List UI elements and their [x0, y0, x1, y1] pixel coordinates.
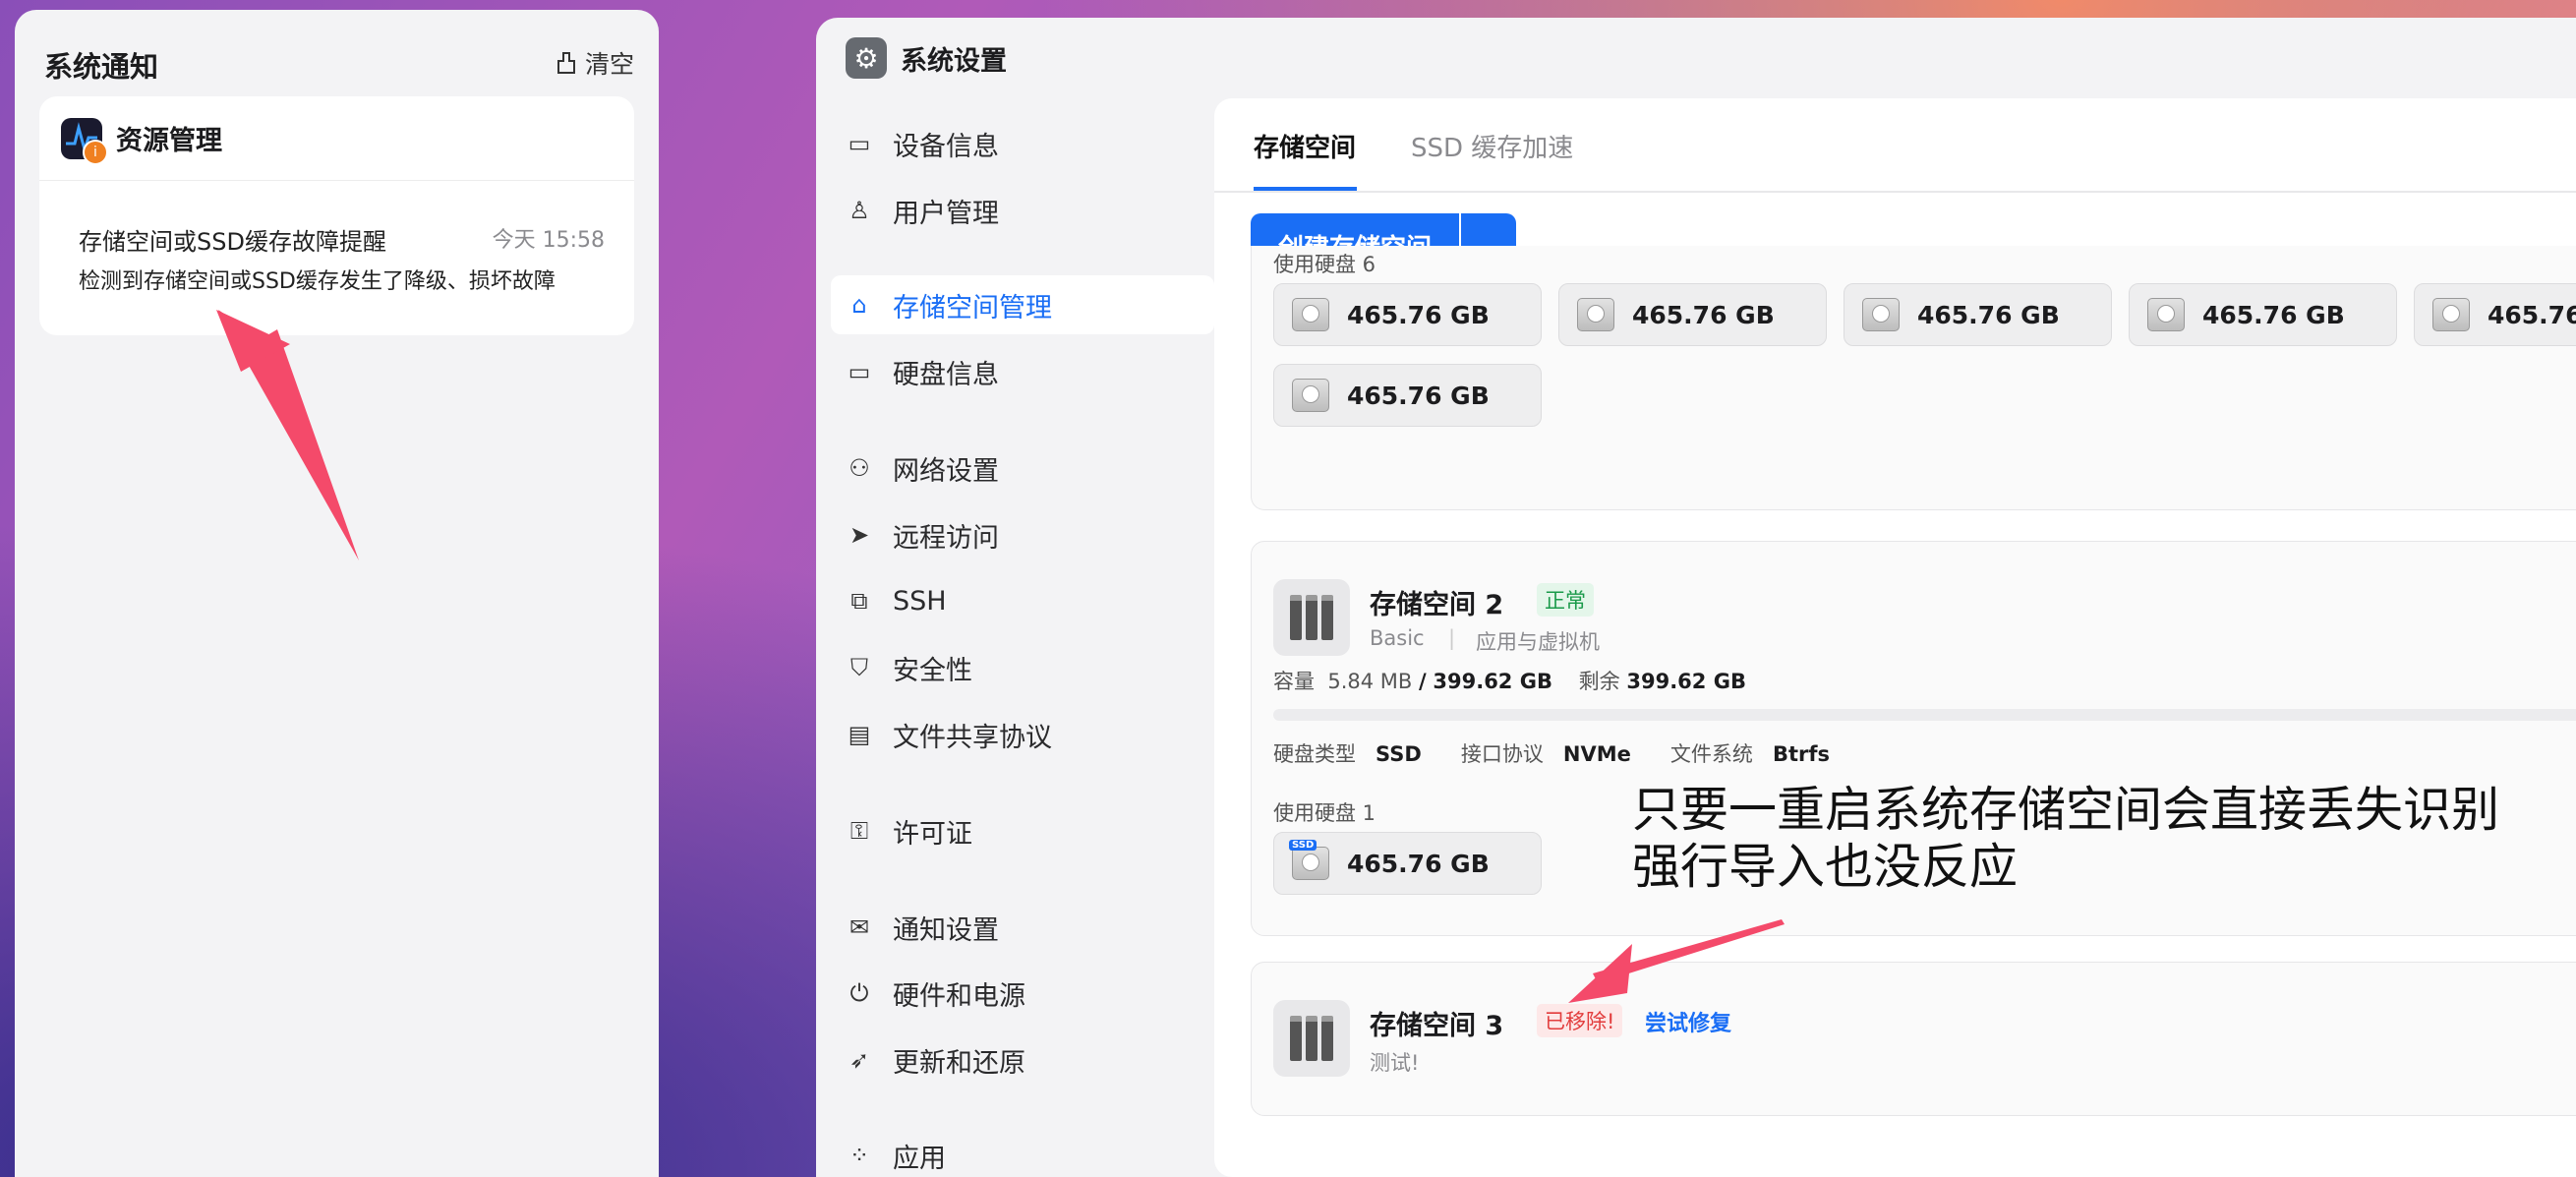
- annotation-line-1: 只要一重启系统存储空间会直接丢失识别: [1632, 782, 2500, 838]
- annotation-arrow-notification: [216, 310, 359, 560]
- annotation-arrow-pool3: [1568, 919, 1785, 1003]
- annotation-text: 只要一重启系统存储空间会直接丢失识别 强行导入也没反应: [1632, 782, 2499, 896]
- annotation-line-2: 强行导入也没反应: [1632, 839, 2019, 895]
- annotation-arrows: [216, 310, 1785, 1003]
